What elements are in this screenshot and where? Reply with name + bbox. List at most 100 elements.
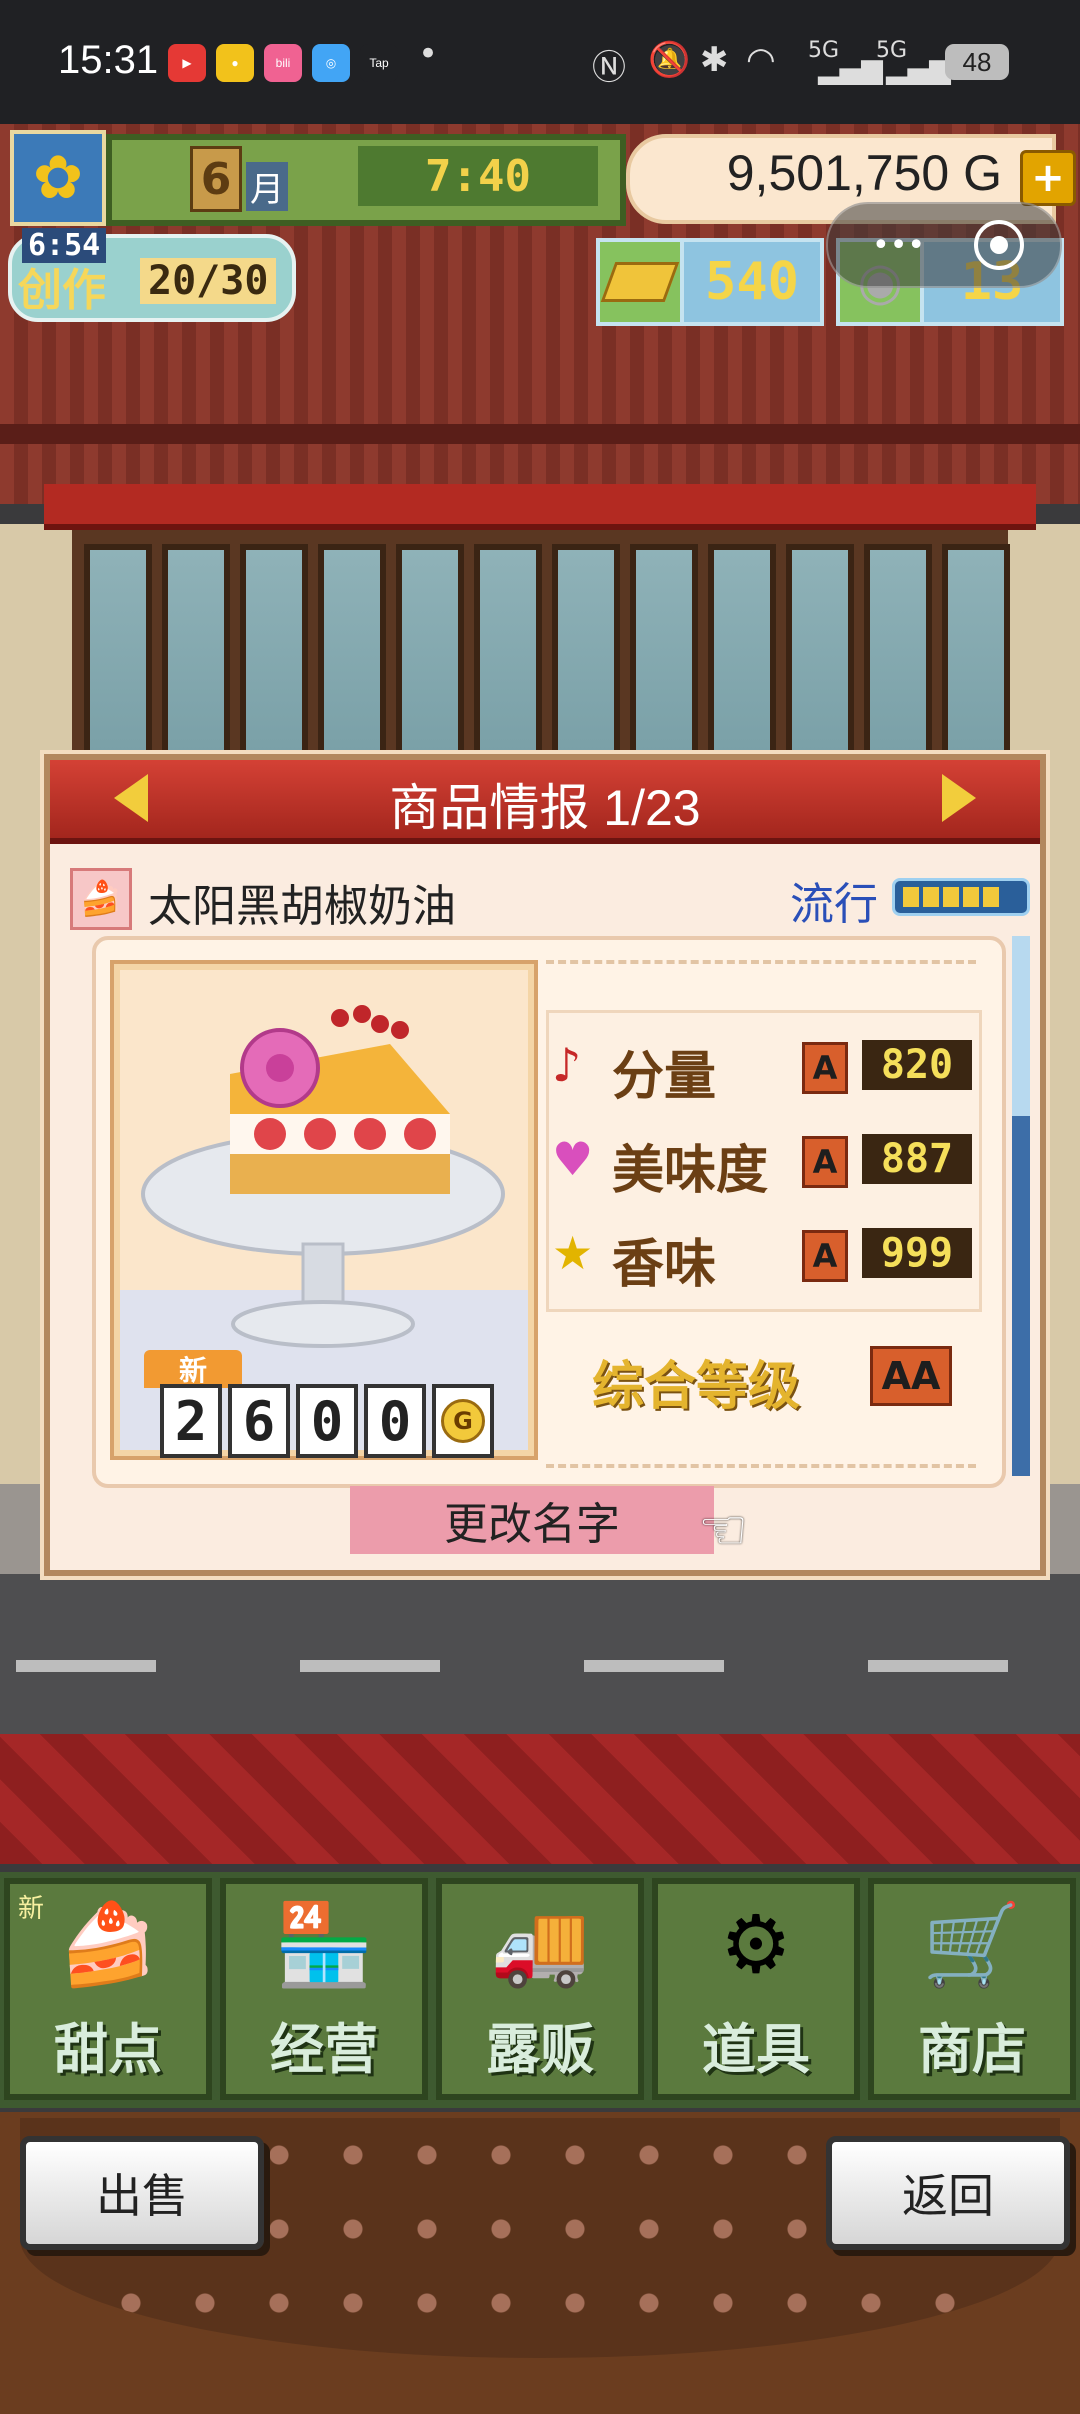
signal-1-icon: ▂▄▆: [818, 52, 883, 85]
trend-segment: [963, 887, 979, 907]
trend-segment: [923, 887, 939, 907]
nfc-icon: Ⓝ: [592, 48, 626, 88]
signal-2-icon: ▂▄▆: [886, 52, 951, 85]
stat-grade: A: [802, 1230, 848, 1282]
cake-category-icon: 🍰: [70, 868, 132, 930]
price-digit: 0: [296, 1384, 358, 1458]
trend-segment: [943, 887, 959, 907]
chat-app-icon: ◎: [312, 44, 350, 82]
heart-icon: ♥: [552, 1132, 594, 1186]
stat-label: 分量: [612, 1047, 717, 1107]
trend-label: 流行: [790, 880, 878, 929]
product-info-dialog: 商品情报 1/23 🍰 太阳黑胡椒奶油 流行 新 2 6 0 0 G 综合等级 …: [44, 754, 1046, 1576]
nav-label: 露贩: [486, 2018, 594, 2081]
nav-label: 道具: [702, 2018, 810, 2081]
star-icon: ★: [552, 1226, 594, 1280]
taptap-app-icon: Tap: [360, 44, 398, 82]
youtube-app-icon: ▶: [168, 44, 206, 82]
nav-label: 经营: [270, 2018, 378, 2081]
mini-program-capsule: •••: [826, 202, 1062, 288]
create-count: 20/30: [140, 258, 277, 304]
product-image-frame: 新 2 6 0 0 G: [110, 960, 538, 1460]
more-notifications-dot: •: [418, 34, 439, 74]
next-arrow-icon[interactable]: [942, 774, 976, 822]
shop-icon: 🛒: [922, 1898, 1022, 1991]
mute-icon: 🔕: [648, 40, 691, 80]
stats-section: 综合等级 AA ♪ 分量 A 820 ♥ 美味度 A 887 ★ 香味 A 999: [546, 960, 982, 1468]
stat-grade: A: [802, 1042, 848, 1094]
gold-coin-icon: G: [432, 1384, 494, 1458]
app2-app-icon: ●: [216, 44, 254, 82]
date-panel: 6 月 7:40: [106, 134, 626, 226]
overall-grade-label: 综合等级: [592, 1357, 801, 1417]
nav-label: 商店: [918, 2018, 1026, 2081]
battery-icon: 48: [945, 44, 1009, 80]
product-name: 太阳黑胡椒奶油: [148, 882, 456, 931]
pointing-hand-icon: ☜: [698, 1498, 749, 1563]
bottom-nav: 新 🍰 甜点 🏪 经营 🚚 露贩 ⚙ 道具 🛒 商店: [0, 1872, 1080, 2108]
dialog-header: 商品情报 1/23: [50, 760, 1040, 844]
stat-value: 999: [862, 1228, 972, 1278]
shop-awning: [44, 484, 1036, 530]
lane-mark: [868, 1660, 1008, 1672]
items-icon: ⚙: [720, 1898, 792, 1991]
stat-value: 887: [862, 1134, 972, 1184]
close-target-icon[interactable]: [974, 220, 1024, 270]
lane-mark: [300, 1660, 440, 1672]
bluetooth-icon: ✱: [700, 40, 729, 80]
trend-segment: [983, 887, 999, 907]
price-digit: 6: [228, 1384, 290, 1458]
month-number: 6: [190, 146, 242, 212]
add-money-button[interactable]: +: [1020, 150, 1076, 206]
create-label: 创作: [18, 265, 106, 316]
road: [0, 1574, 1080, 1734]
back-button[interactable]: 返回: [826, 2136, 1070, 2250]
wifi-icon: ◠: [746, 40, 776, 80]
nav-tab-stall[interactable]: 🚚 露贩: [436, 1878, 644, 2100]
dialog-title: 商品情报 1/23: [389, 780, 701, 836]
roof-edge: [0, 424, 1080, 444]
stat-row: ★ 香味 A 999: [552, 1208, 972, 1298]
status-time: 15:31: [58, 38, 159, 82]
nav-tab-manage[interactable]: 🏪 经营: [220, 1878, 428, 2100]
nav-tab-dessert[interactable]: 新 🍰 甜点: [4, 1878, 212, 2100]
trend-meter: [892, 878, 1030, 916]
dessert-icon: 🍰: [58, 1898, 158, 1991]
gold-count: 540: [680, 238, 824, 326]
red-carpet: [0, 1734, 1080, 1864]
lane-mark: [584, 1660, 724, 1672]
footer-bar: 出售 返回: [0, 2112, 1080, 2414]
overall-grade: AA: [870, 1346, 952, 1406]
new-tag: 新: [144, 1350, 242, 1388]
nav-tab-items[interactable]: ⚙ 道具: [652, 1878, 860, 2100]
sunflower-icon[interactable]: ✿: [10, 130, 106, 226]
nav-tab-shop[interactable]: 🛒 商店: [868, 1878, 1076, 2100]
info-panel: 新 2 6 0 0 G 综合等级 AA ♪ 分量 A 820 ♥ 美味度 A 887 ★ 香味 A 9…: [92, 936, 1006, 1488]
cake-slice-image: [230, 1005, 450, 1194]
stat-row: ♥ 美味度 A 887: [552, 1114, 972, 1204]
stat-row: ♪ 分量 A 820: [552, 1020, 972, 1110]
stat-label: 香味: [612, 1235, 717, 1295]
more-menu-icon[interactable]: •••: [872, 228, 925, 263]
manage-icon: 🏪: [274, 1898, 374, 1991]
money-value: 9,501,750 G: [726, 145, 1002, 201]
sell-button[interactable]: 出售: [20, 2136, 264, 2250]
bilibili-app-icon: bili: [264, 44, 302, 82]
stat-label: 美味度: [612, 1141, 769, 1201]
status-bar: 15:31 Ⓝ 🔕 ✱ ◠ 5G ▂▄▆ 5G ▂▄▆ 48 ▶ ● bili ◎ Ta…: [0, 0, 1080, 124]
price-digit: 0: [364, 1384, 426, 1458]
lane-mark: [16, 1660, 156, 1672]
stat-value: 820: [862, 1040, 972, 1090]
nav-label: 甜点: [54, 2018, 162, 2081]
scrollbar-thumb[interactable]: [1012, 1116, 1030, 1476]
gold-bar-icon: [596, 238, 684, 326]
rename-button[interactable]: 更改名字: [350, 1486, 714, 1554]
game-clock: 7:40: [358, 146, 598, 206]
trend-segment: [903, 887, 919, 907]
price-digit: 2: [160, 1384, 222, 1458]
music-note-icon: ♪: [552, 1038, 582, 1092]
price-display: 2 6 0 0 G: [160, 1384, 494, 1458]
stat-grade: A: [802, 1136, 848, 1188]
month-unit: 月: [246, 162, 288, 211]
stall-icon: 🚚: [490, 1898, 590, 1991]
